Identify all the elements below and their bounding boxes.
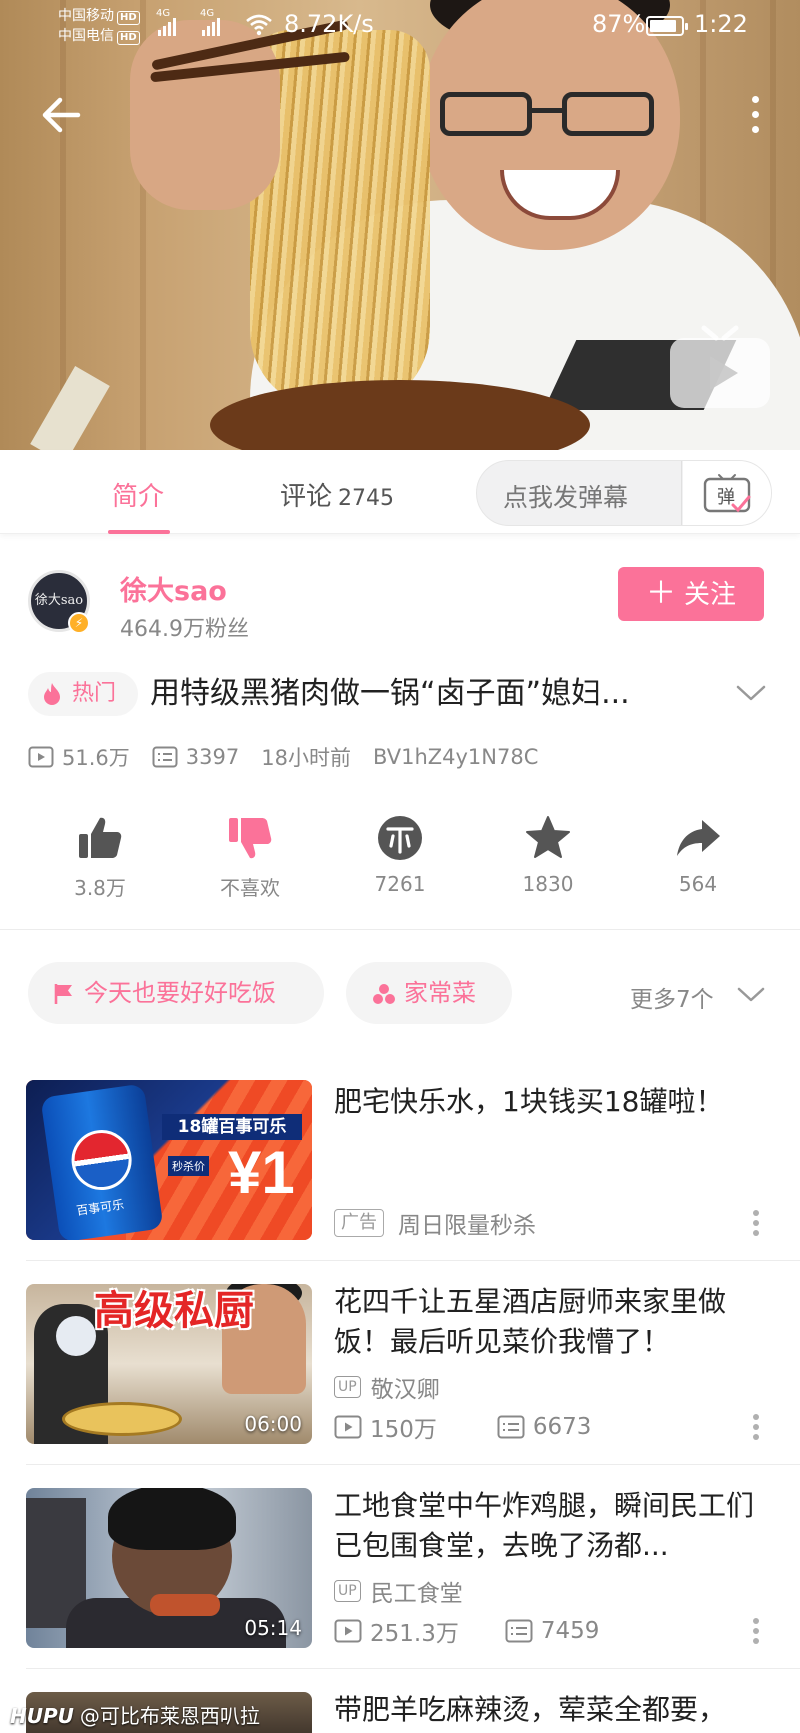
- like-count: 3.8万: [74, 876, 126, 900]
- danmaku-toggle-button[interactable]: 弹: [683, 461, 771, 525]
- list-item-title: 花四千让五星酒店厨师来家里做饭！最后听见菜价我懵了！: [334, 1285, 727, 1358]
- tab-intro[interactable]: 简介: [112, 476, 164, 513]
- video-meta: 51.6万 3397 18小时前 BV1hZ4y1N78C: [28, 742, 538, 772]
- flame-icon: [44, 683, 60, 705]
- bvid: BV1hZ4y1N78C: [372, 745, 539, 769]
- list-item-sub: 广告 周日限量秒杀: [334, 1206, 536, 1240]
- signal-icon: 4G: [200, 8, 220, 36]
- play-count-icon: [28, 746, 54, 768]
- list-item-title: 带肥羊吃麻辣烫，荤菜全都要，: [334, 1693, 727, 1726]
- video-thumbnail: 05:14: [26, 1488, 312, 1648]
- uploader-name[interactable]: 徐大sao: [120, 569, 227, 608]
- video-duration: 06:00: [244, 1412, 302, 1436]
- battery-icon: [646, 16, 688, 36]
- follow-button[interactable]: ＋关注: [618, 567, 764, 621]
- danmaku-count: 3397: [185, 745, 240, 769]
- coin-count: 7261: [374, 872, 426, 896]
- more-options-icon[interactable]: [750, 1208, 762, 1238]
- cola-can-image: 百事可乐: [40, 1083, 164, 1240]
- tab-comments[interactable]: 评论 2745: [280, 476, 394, 513]
- tag-chip[interactable]: 今天也要好好吃饭: [28, 962, 324, 1024]
- list-item-uploader: UP 敬汉卿: [334, 1370, 440, 1404]
- tab-comments-label: 评论: [280, 482, 333, 512]
- thumbs-down-icon: [229, 818, 272, 859]
- coin-button[interactable]: 7261: [340, 814, 460, 896]
- plus-icon: ＋: [645, 576, 676, 611]
- ad-thumbnail: 百事可乐 18罐百事可乐 秒杀价 ¥1: [26, 1080, 312, 1240]
- danmaku-input[interactable]: 点我发弹幕 弹: [476, 460, 772, 526]
- watermark: HUPU @可比布莱恩西叭拉: [10, 1704, 260, 1728]
- action-bar: 3.8万 不喜欢 7261 1830 564: [0, 814, 800, 930]
- chevron-down-icon[interactable]: [734, 678, 768, 708]
- share-icon: [677, 820, 720, 856]
- more-vertical-icon[interactable]: [740, 90, 772, 140]
- coin-icon: [378, 816, 422, 860]
- star-icon: [526, 816, 570, 858]
- danmaku-toggle-icon: 弹: [703, 474, 751, 513]
- more-options-icon[interactable]: [750, 1616, 762, 1646]
- list-item-uploader: UP 民工食堂: [334, 1574, 463, 1608]
- video-duration: 05:14: [244, 1616, 302, 1640]
- danmaku-count-icon: [497, 1415, 525, 1439]
- play-count-icon: [334, 1619, 362, 1643]
- tag-chip-label: 家常菜: [404, 979, 476, 1007]
- play-icon[interactable]: [668, 322, 772, 412]
- clock: 1:22: [694, 10, 748, 38]
- tag-chip[interactable]: 家常菜: [346, 962, 512, 1024]
- network-speed: 8.72K/s: [284, 10, 374, 38]
- list-item-title: 工地食堂中午炸鸡腿，瞬间民工们已包围食堂，去晚了汤都...: [334, 1489, 755, 1562]
- tab-active-indicator: [108, 530, 170, 534]
- share-count: 564: [678, 872, 718, 896]
- video-thumbnail: 高级私厨 06:00: [26, 1284, 312, 1444]
- status-bar: 中国移动 HD 中国电信 HD 4G 4G 8.72K/s 87% 1:22: [0, 0, 800, 52]
- play-count-icon: [334, 1415, 362, 1439]
- danmaku-placeholder: 点我发弹幕: [503, 483, 629, 512]
- view-count: 51.6万: [62, 746, 130, 770]
- favorite-count: 1830: [522, 872, 574, 896]
- more-options-icon[interactable]: [750, 1412, 762, 1442]
- back-arrow-icon[interactable]: [36, 90, 88, 140]
- share-button[interactable]: 564: [638, 814, 758, 896]
- thumbs-up-icon: [79, 817, 122, 858]
- danmaku-count-icon: [152, 746, 178, 768]
- hot-badge[interactable]: 热门: [28, 672, 138, 716]
- dislike-label: 不喜欢: [220, 876, 280, 900]
- publish-time: 18小时前: [261, 746, 351, 770]
- danmaku-count-icon: [505, 1619, 533, 1643]
- carrier-info: 中国移动 HD 中国电信 HD: [58, 6, 140, 46]
- video-title[interactable]: 用特级黑猪肉做一锅“卤子面”媳妇...: [150, 672, 710, 716]
- svg-text:弹: 弹: [717, 487, 735, 508]
- hot-badge-label: 热门: [72, 681, 117, 706]
- uploader-fans: 464.9万粉丝: [120, 617, 249, 642]
- list-item-stats: 150万 6673: [334, 1410, 591, 1444]
- like-button[interactable]: 3.8万: [40, 814, 160, 901]
- chevron-down-icon[interactable]: [736, 982, 766, 1006]
- list-item-stats: 251.3万 7459: [334, 1614, 599, 1648]
- ad-tag: 广告: [334, 1209, 384, 1237]
- list-item-title: 肥宅快乐水，1块钱买18罐啦！: [334, 1085, 724, 1118]
- verified-badge-icon: ⚡: [68, 612, 90, 634]
- tag-chip-label: 今天也要好好吃饭: [84, 979, 276, 1007]
- dislike-button[interactable]: 不喜欢: [190, 814, 310, 901]
- more-tags-button[interactable]: 更多7个: [630, 980, 714, 1014]
- favorite-button[interactable]: 1830: [488, 814, 608, 896]
- wifi-icon: [246, 14, 272, 36]
- battery-percent: 87%: [592, 10, 646, 38]
- category-icon: [373, 984, 395, 1004]
- tab-comments-count: 2745: [338, 486, 395, 511]
- flag-icon: [54, 984, 72, 1004]
- signal-icon: 4G: [156, 8, 176, 36]
- follow-label: 关注: [683, 580, 736, 610]
